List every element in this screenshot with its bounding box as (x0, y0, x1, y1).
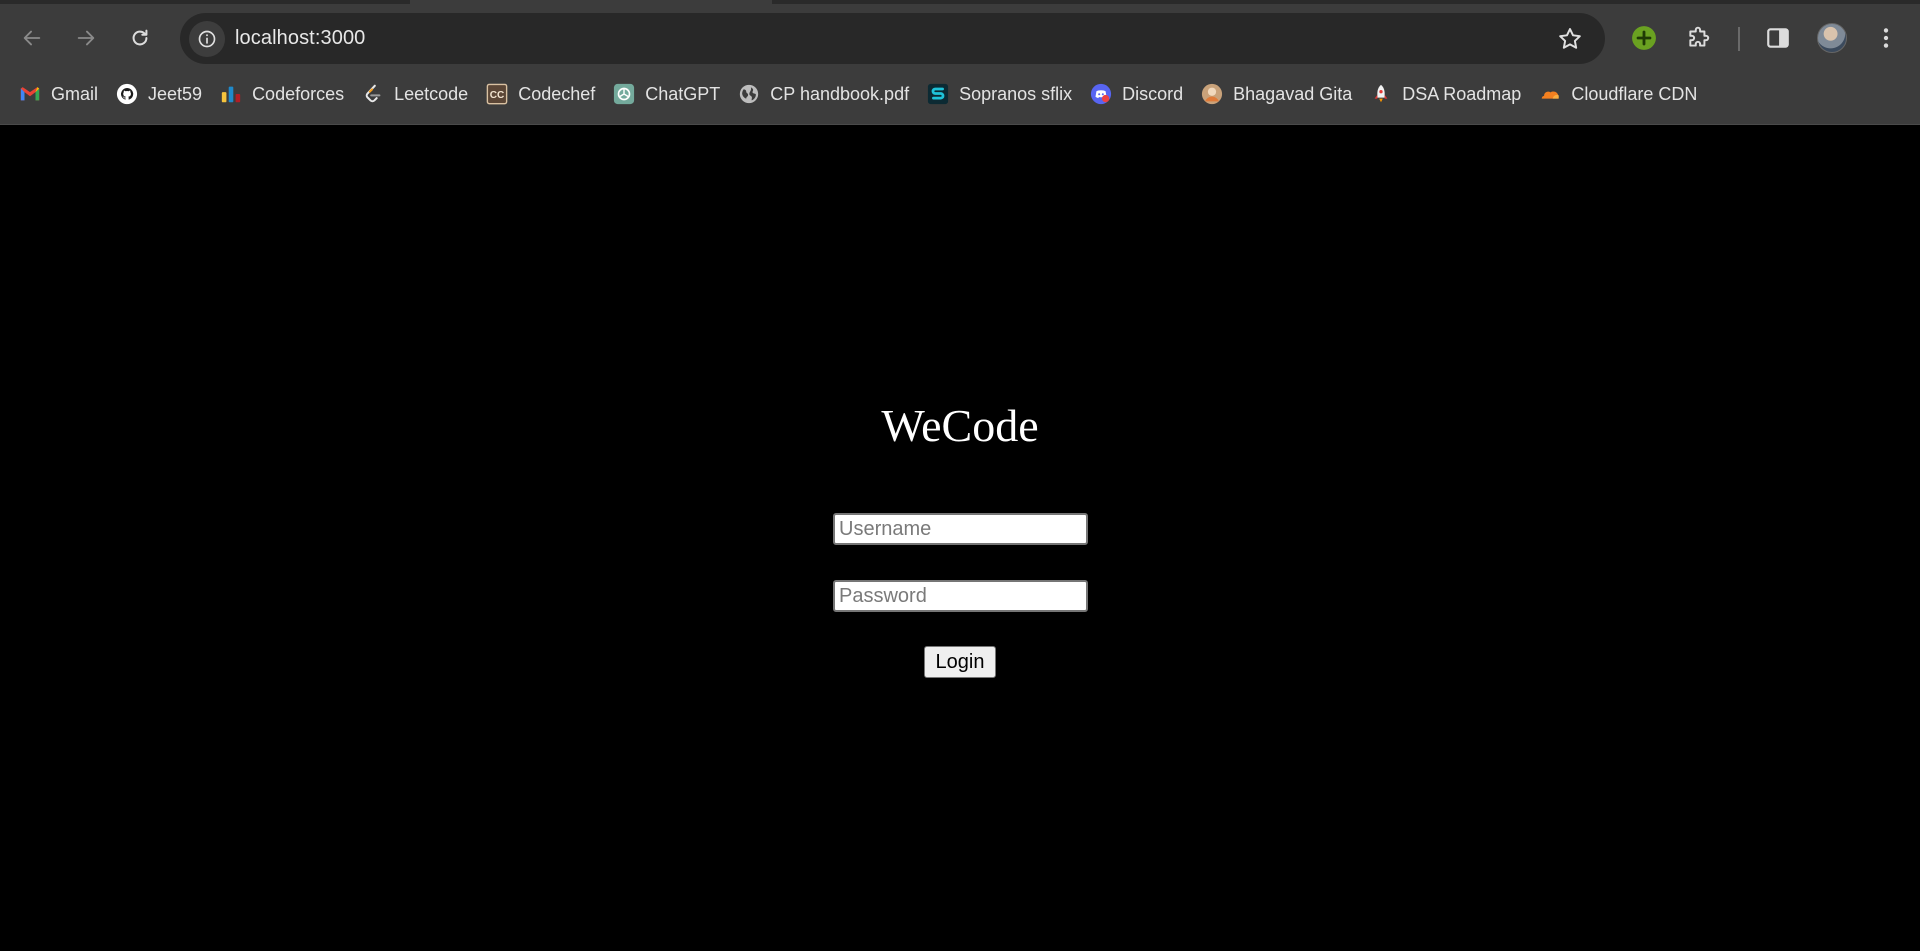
bookmark-label: CP handbook.pdf (770, 83, 910, 104)
bookmarks-bar: Gmail Jeet59 Codeforces Leetcode CC Code… (0, 75, 1920, 113)
gmail-icon (19, 83, 41, 105)
side-panel-button[interactable] (1764, 24, 1792, 52)
bookmark-cloudflare-cdn[interactable]: Cloudflare CDN (1530, 77, 1706, 111)
bookmark-label: ChatGPT (645, 83, 721, 104)
bookmark-chatgpt[interactable]: ChatGPT (604, 77, 729, 111)
back-button[interactable] (14, 20, 50, 56)
bookmark-label: Gmail (51, 83, 99, 104)
chatgpt-icon (613, 83, 635, 105)
back-arrow-icon (23, 30, 41, 46)
bookmark-label: Sopranos sflix (959, 83, 1073, 104)
bookmark-label: Cloudflare CDN (1571, 83, 1698, 104)
bookmark-bhagavad-gita[interactable]: Bhagavad Gita (1192, 77, 1361, 111)
globe-icon (738, 83, 760, 105)
tab-strip-edge (0, 0, 410, 4)
toolbar-separator (1738, 27, 1740, 51)
page-viewport: WeCode Login (0, 126, 1920, 951)
username-field[interactable] (833, 513, 1088, 545)
extension-plus-button[interactable] (1630, 24, 1658, 52)
address-url[interactable]: localhost:3000 (235, 13, 365, 64)
bookmark-cp-handbook[interactable]: CP handbook.pdf (729, 77, 918, 111)
bookmark-discord[interactable]: Discord (1081, 77, 1192, 111)
reload-icon (132, 29, 148, 46)
browser-menu-button[interactable] (1872, 24, 1900, 52)
cloudflare-icon (1539, 83, 1561, 105)
puzzle-icon (1689, 26, 1710, 47)
browser-toolbar: localhost:3000 (0, 12, 1920, 64)
bookmark-jeet59[interactable]: Jeet59 (107, 77, 211, 111)
bookmark-label: Codechef (518, 83, 596, 104)
svg-text:CC: CC (490, 90, 505, 101)
bhagavad-gita-icon (1201, 83, 1223, 105)
site-info-button[interactable] (189, 21, 225, 57)
address-bar[interactable]: localhost:3000 (180, 13, 1605, 64)
bookmark-codeforces[interactable]: Codeforces (211, 77, 353, 111)
bookmark-star-icon[interactable] (1557, 26, 1583, 52)
tab-strip-edge (772, 0, 1920, 4)
bookmark-label: Codeforces (252, 83, 345, 104)
browser-chrome: localhost:3000 Gmail Jeet59 Codeforces L… (0, 0, 1920, 125)
info-icon (198, 30, 216, 48)
extensions-button[interactable] (1685, 24, 1713, 52)
green-plus-extension-icon (1632, 26, 1656, 50)
login-button[interactable]: Login (924, 646, 996, 678)
bookmark-label: Discord (1122, 83, 1184, 104)
github-icon (116, 83, 138, 105)
forward-button[interactable] (68, 20, 104, 56)
codechef-icon: CC (486, 83, 508, 105)
rocket-icon (1370, 83, 1392, 105)
password-field[interactable] (833, 580, 1088, 612)
bookmark-sopranos-sflix[interactable]: Sopranos sflix (918, 77, 1081, 111)
leetcode-icon (362, 83, 384, 105)
kebab-menu-icon (1883, 28, 1889, 48)
bookmark-gmail[interactable]: Gmail (10, 77, 107, 111)
reload-button[interactable] (122, 20, 158, 56)
bookmark-leetcode[interactable]: Leetcode (353, 77, 477, 111)
discord-icon (1090, 83, 1112, 105)
codeforces-icon (220, 83, 242, 105)
bookmark-label: Jeet59 (148, 83, 203, 104)
bookmark-codechef[interactable]: CC Codechef (477, 77, 604, 111)
page-title: WeCode (881, 400, 1039, 451)
bookmark-dsa-roadmap[interactable]: DSA Roadmap (1361, 77, 1530, 111)
bookmark-label: Bhagavad Gita (1233, 83, 1353, 104)
bookmark-label: DSA Roadmap (1402, 83, 1522, 104)
profile-avatar[interactable] (1817, 23, 1847, 53)
side-panel-icon (1767, 28, 1789, 48)
forward-arrow-icon (77, 30, 95, 46)
sflix-icon (927, 83, 949, 105)
bookmark-label: Leetcode (394, 83, 469, 104)
